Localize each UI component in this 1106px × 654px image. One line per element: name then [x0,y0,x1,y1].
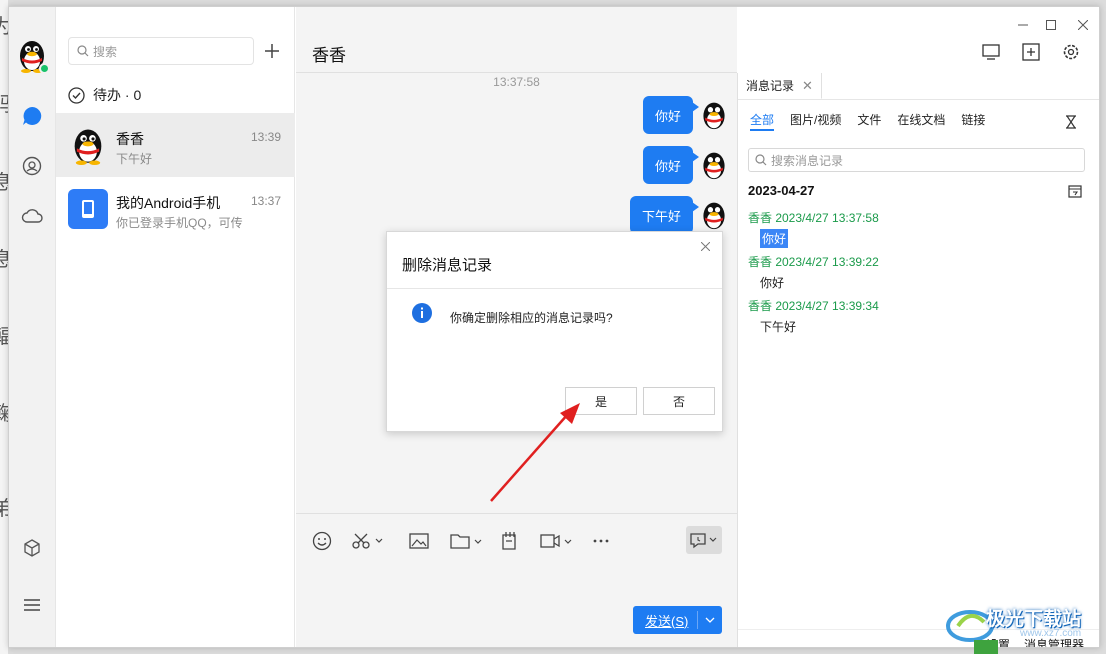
search-input[interactable]: 搜索 [68,37,254,65]
history-sender: 香香 2023/4/27 13:37:58 [748,211,879,225]
search-icon [77,45,89,57]
chat-header: 香香 [296,7,737,73]
contact-name: 我的Android手机 [116,195,221,211]
gear-icon[interactable] [1059,40,1083,64]
send-label: 发送(S) [645,613,689,629]
screenshot-scissors-icon[interactable] [351,530,385,552]
history-date: 2023-04-27 [748,183,815,198]
nav-rail [9,7,56,647]
check-circle-icon [68,86,85,104]
message-row: 下午好 [629,195,729,235]
menu-icon[interactable] [20,593,44,617]
bg-glyph: 为 [0,10,8,39]
delete-history-dialog: 删除消息记录 你确定删除相应的消息记录吗? 是 否 [386,231,723,432]
contact-preview: 下午好 [116,152,153,166]
tab-message-history[interactable]: 消息记录 ✕ [738,73,822,99]
avatar [703,202,725,230]
plus-icon [265,44,279,58]
filter-docs[interactable]: 在线文档 [897,111,945,131]
hourglass-icon[interactable] [1064,115,1078,132]
filter-media[interactable]: 图片/视频 [790,111,841,131]
history-search-input[interactable]: 搜索消息记录 [748,148,1085,172]
message-bubble[interactable]: 下午好 [629,196,700,234]
contact-name: 香香 [116,131,144,147]
history-message[interactable]: 你好 [760,274,784,291]
close-tab-icon[interactable]: ✕ [802,78,813,94]
message-bubble[interactable]: 你好 [642,96,700,134]
message-composer[interactable]: 发送(S) [296,513,737,647]
video-call-icon[interactable] [540,530,574,552]
filter-all[interactable]: 全部 [750,111,775,131]
tab-label: 消息记录 [746,79,795,93]
calendar-icon[interactable] [1068,184,1082,201]
watermark-logo: 极光下载站 www.xz7.com [940,596,1106,654]
watermark-url: www.xz7.com [1020,628,1082,639]
image-icon[interactable] [409,530,429,552]
bg-glyph: 弟 [0,492,8,521]
emoji-icon[interactable] [312,530,332,552]
history-sender: 香香 2023/4/27 13:39:22 [748,255,879,269]
watermark-text: 极光下载站 [986,609,1082,630]
screen-share-icon[interactable] [979,40,1003,64]
bg-glyph: 鞠 [0,397,8,426]
tab-divider [738,99,1099,100]
close-icon[interactable] [1071,13,1095,37]
phone-icon [68,189,108,229]
info-icon [412,303,432,323]
send-button[interactable]: 发送(S) [633,606,722,634]
avatar [68,125,108,165]
contact-time: 13:37 [250,194,281,208]
filter-files[interactable]: 文件 [857,111,881,131]
qq-window: 搜索 待办 · 0 香香 13:39 下午好 我的Android手机 13:37… [8,6,1100,648]
history-message[interactable]: 你好 [760,229,789,248]
history-sender: 香香 2023/4/27 13:39:34 [748,299,879,313]
todo-label: 待办 · 0 [93,87,142,103]
search-placeholder: 搜索 [93,44,118,59]
message-row: 你好 [642,145,729,185]
dialog-message: 你确定删除相应的消息记录吗? [450,311,613,325]
todo-row[interactable]: 待办 · 0 [68,85,141,105]
background-window-edge: 为 码 息 息 輻 鞠 弟 [0,0,8,654]
contact-preview: 你已登录手机QQ，可传 [116,216,243,230]
filter-links[interactable]: 链接 [961,111,985,131]
contact-list-panel: 搜索 待办 · 0 香香 13:39 下午好 我的Android手机 13:37… [56,7,295,647]
cloud-icon[interactable] [20,204,44,228]
history-search-placeholder: 搜索消息记录 [771,153,844,168]
search-icon [755,154,767,166]
add-member-icon[interactable] [1019,40,1043,64]
bg-glyph: 息 [0,166,8,195]
contact-item-xiangxiang[interactable]: 香香 13:39 下午好 [56,113,295,177]
chat-bubble-icon[interactable] [20,104,44,128]
message-row: 你好 [642,95,729,135]
history-message[interactable]: 下午好 [760,318,796,335]
contact-time: 13:39 [250,130,281,144]
dialog-divider [387,288,722,289]
history-filter-tabs: 全部 图片/视频 文件 在线文档 链接 [750,111,1001,131]
avatar [703,102,725,130]
contacts-icon[interactable] [20,154,44,178]
add-button[interactable] [262,41,282,61]
message-timestamp: 13:37:58 [493,75,540,89]
chevron-down-icon[interactable] [698,617,722,623]
more-icon[interactable] [592,530,610,552]
bg-glyph: 輻 [0,320,8,349]
message-history-panel: 消息记录 ✕ 全部 图片/视频 文件 在线文档 链接 搜索消息记录 2023-0… [737,73,1099,647]
bg-glyph: 息 [0,243,8,272]
avatar [703,152,725,180]
cancel-button[interactable]: 否 [643,387,715,415]
history-toggle-icon[interactable] [686,526,722,554]
message-bubble[interactable]: 你好 [642,146,700,184]
document-icon[interactable] [500,530,520,552]
minimize-icon[interactable] [1011,13,1035,37]
online-status-dot [39,63,50,74]
apps-cube-icon[interactable] [20,536,44,560]
folder-icon[interactable] [450,530,484,552]
close-icon[interactable] [697,238,713,254]
contact-item-android[interactable]: 我的Android手机 13:37 你已登录手机QQ，可传 [56,177,295,241]
chat-title: 香香 [312,46,346,65]
maximize-icon[interactable] [1039,13,1063,37]
confirm-button[interactable]: 是 [565,387,637,415]
bg-glyph: 码 [0,88,8,117]
dialog-title: 删除消息记录 [402,257,493,274]
